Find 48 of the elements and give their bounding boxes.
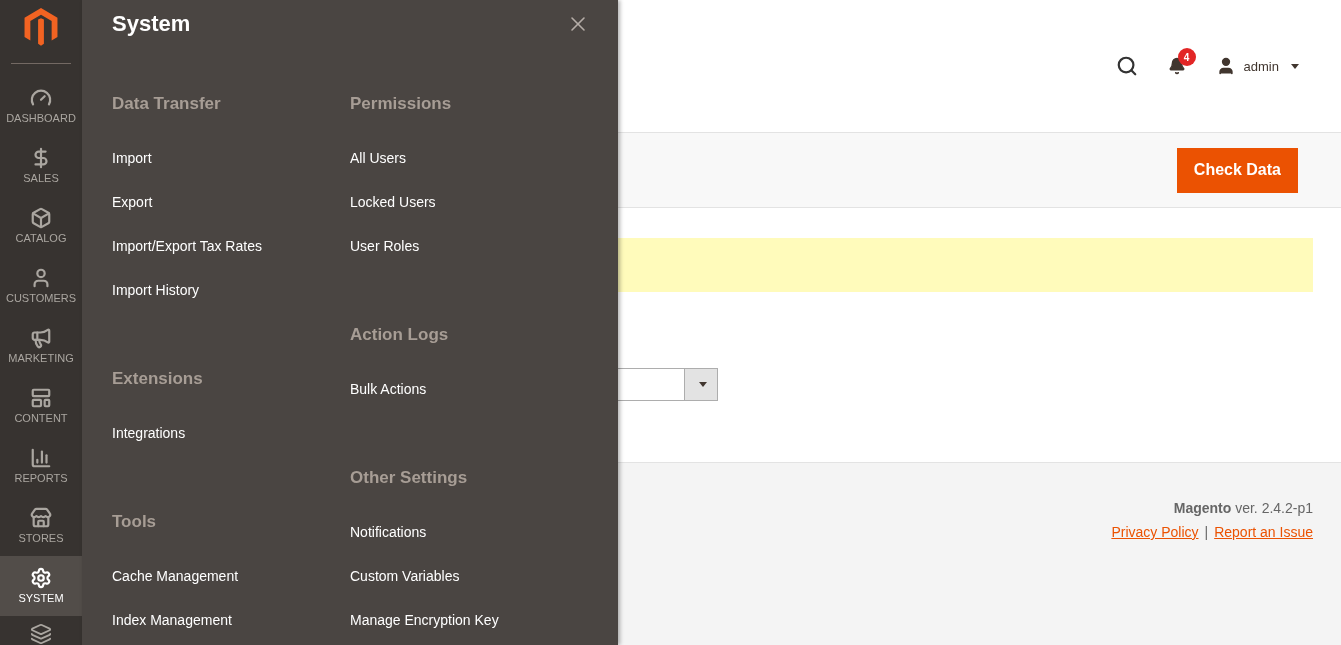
menu-link[interactable]: All Users [350, 136, 406, 180]
person-icon [30, 267, 52, 290]
caret-icon [699, 382, 707, 387]
sidebar-item[interactable]: REPORTS [0, 435, 82, 496]
section-heading: Other Settings [350, 467, 469, 489]
menu-link[interactable]: Export [112, 180, 153, 224]
menu-link[interactable]: Cache Management [112, 554, 239, 598]
menu-link[interactable]: Import/Export Tax Rates [112, 224, 262, 268]
section-heading: Data Transfer [112, 93, 222, 115]
box-icon [30, 207, 52, 230]
menu-link[interactable]: Locked Users [350, 180, 436, 224]
section-heading: Action Logs [350, 324, 450, 346]
section-heading: Tools [112, 511, 158, 533]
menu-link[interactable]: Bulk Actions [350, 367, 427, 411]
layers-icon[interactable] [30, 623, 52, 645]
sidebar-item[interactable]: SALES [0, 135, 82, 196]
sidebar-item[interactable]: CATALOG [0, 195, 82, 256]
check-data-button[interactable]: Check Data [1176, 147, 1298, 193]
sidebar-item[interactable]: DASHBOARD [0, 75, 82, 136]
sidebar-item[interactable]: SYSTEM [0, 555, 82, 616]
sidebar-item[interactable]: CUSTOMERS [0, 255, 82, 316]
menu-link[interactable]: Custom Variables [350, 554, 460, 598]
section-heading: Extensions [112, 368, 204, 390]
menu-link[interactable]: Manage Encryption Key [350, 598, 499, 642]
layout-icon [30, 387, 52, 410]
sidebar-item[interactable]: MARKETING [0, 315, 82, 376]
menu-link[interactable]: Import History [112, 268, 200, 312]
menu-link[interactable]: Integrations [112, 411, 186, 455]
bar-chart-icon [30, 447, 52, 470]
sidebar-item[interactable]: STORES [0, 495, 82, 556]
logo-icon[interactable] [24, 8, 58, 47]
megaphone-icon [30, 327, 52, 350]
sidebar-item[interactable]: CONTENT [0, 375, 82, 436]
search-icon[interactable] [1115, 55, 1138, 77]
bell-icon[interactable] [1167, 57, 1186, 75]
version-text: Magento ver. 2.4.2-p1 [1173, 500, 1313, 516]
select-field[interactable] [618, 368, 718, 401]
store-icon [30, 507, 52, 530]
menu-link[interactable]: User Roles [350, 224, 420, 268]
section-heading: Permissions [350, 93, 453, 115]
menu-link[interactable]: Import [112, 136, 152, 180]
flyout-title: System [112, 11, 191, 37]
notification-count-badge: 4 [1177, 48, 1196, 66]
settings-icon [30, 567, 52, 590]
menu-link[interactable]: Index Management [112, 598, 232, 642]
separator: | [1204, 524, 1209, 540]
user-menu-button[interactable]: admin [1215, 56, 1299, 76]
menu-link[interactable]: Notifications [350, 510, 427, 554]
